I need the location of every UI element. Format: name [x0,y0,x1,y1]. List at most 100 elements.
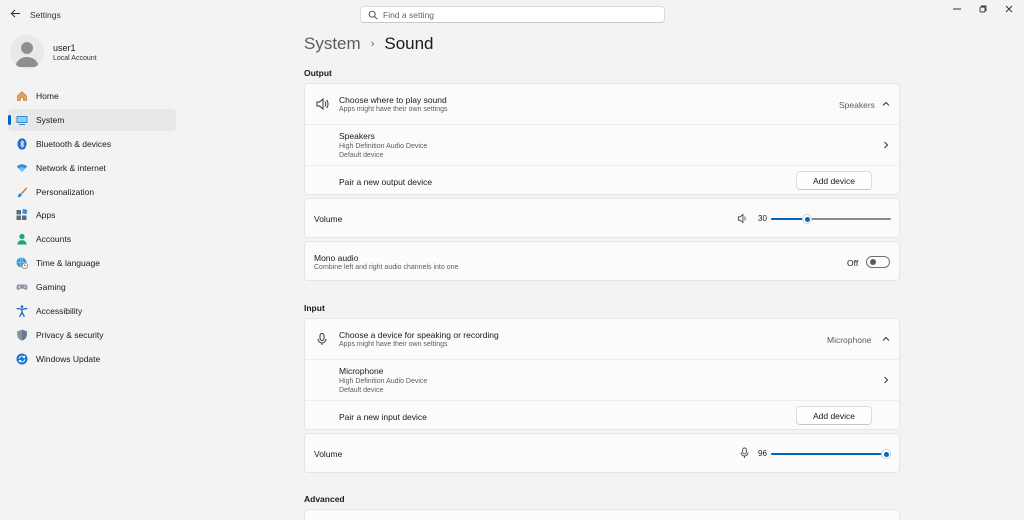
search-box[interactable] [360,6,665,23]
pair-output-row: Pair a new output device Add device [305,166,899,196]
sidebar-item-label: Apps [36,210,56,221]
avatar [10,35,44,69]
choose-output-title: Choose where to play sound [339,95,447,105]
sidebar-item-personalization[interactable]: Personalization [8,181,176,203]
pair-output-label: Pair a new output device [339,177,433,187]
output-section-label: Output [304,68,332,78]
account-type: Local Account [53,55,97,62]
choose-input-subtitle: Apps might have their own settings [339,341,448,348]
sidebar-item-label: Accounts [36,234,71,245]
microphone-volume-icon[interactable] [739,447,750,459]
home-icon [16,90,28,102]
sidebar-item-label: Privacy & security [36,329,104,340]
output-device-card: Choose where to play sound Apps might ha… [304,83,900,195]
breadcrumb-parent[interactable]: System [304,34,361,54]
search-icon [368,10,378,20]
sidebar-item-system[interactable]: System [8,108,176,131]
apps-icon [16,209,28,221]
input-device-name: Microphone [339,366,384,376]
advanced-card [304,509,900,520]
input-volume-slider[interactable] [771,449,892,459]
sidebar-item-bluetooth[interactable]: Bluetooth & devices [8,133,176,155]
person-avatar-icon [15,42,39,67]
output-volume-slider[interactable] [771,214,891,224]
chevron-up-icon[interactable] [881,334,891,344]
person-icon [16,233,28,245]
app-title: Settings [30,10,61,20]
search-input[interactable] [383,8,653,21]
mono-audio-title: Mono audio [314,253,359,263]
back-arrow-icon[interactable] [6,6,24,24]
sidebar-item-label: Windows Update [36,353,101,364]
system-display-icon [16,114,28,126]
selected-input-device: Microphone [827,335,872,345]
mono-audio-subtitle: Combine left and right audio channels in… [314,264,459,271]
sidebar-item-privacy-security[interactable]: Privacy & security [8,324,176,346]
output-device-speakers[interactable]: Speakers High Definition Audio Device De… [305,125,899,166]
close-button[interactable] [993,0,1024,18]
add-input-device-button[interactable]: Add device [796,406,872,425]
sidebar-item-label: Personalization [36,186,95,197]
sidebar-item-time-language[interactable]: Time & language [8,252,176,274]
input-device-microphone[interactable]: Microphone High Definition Audio Device … [305,360,899,401]
sidebar-item-label: Network & internet [36,162,106,173]
input-volume-card: Volume 96 [304,433,900,473]
sidebar-item-label: System [36,114,65,125]
output-volume-label: Volume [314,214,343,224]
output-volume-card: Volume 30 [304,198,900,238]
sidebar-item-label: Bluetooth & devices [36,138,112,149]
wifi-icon [16,162,28,174]
sidebar-item-accounts[interactable]: Accounts [8,228,176,250]
sidebar-item-accessibility[interactable]: Accessibility [8,300,176,322]
input-volume-thumb[interactable] [881,449,892,459]
output-device-name: Speakers [339,131,375,141]
selected-output-device: Speakers [839,100,875,110]
input-device-detail: High Definition Audio Device [339,378,428,385]
sidebar-item-windows-update[interactable]: Windows Update [8,348,176,370]
speaker-icon [314,96,330,112]
chevron-right-icon [884,376,889,384]
advanced-section-label: Advanced [304,494,345,504]
output-volume-thumb[interactable] [802,214,812,224]
mono-audio-card: Mono audio Combine left and right audio … [304,241,900,281]
breadcrumb-separator: › [370,38,375,50]
choose-input-title: Choose a device for speaking or recordin… [339,330,499,340]
sidebar-item-apps[interactable]: Apps [8,204,176,226]
output-volume-value: 30 [758,214,767,223]
sidebar-item-gaming[interactable]: Gaming [8,276,176,298]
user-name: user1 [53,43,76,53]
choose-output-subtitle: Apps might have their own settings [339,106,448,113]
title-bar: Settings [0,0,1024,30]
input-device-card: Choose a device for speaking or recordin… [304,318,900,430]
globe-clock-icon [16,257,28,270]
pair-input-label: Pair a new input device [339,412,427,422]
chevron-up-icon[interactable] [881,99,891,109]
output-device-status: Default device [339,152,384,159]
sidebar-item-network[interactable]: Network & internet [8,157,176,179]
minimize-icon [953,8,961,10]
page-title: Sound [384,34,434,53]
accessibility-icon [16,305,28,318]
choose-input-row[interactable]: Choose a device for speaking or recordin… [305,319,899,360]
add-output-device-button[interactable]: Add device [796,171,872,190]
input-volume-value: 96 [758,449,767,458]
speaker-volume-icon[interactable] [737,213,748,224]
pair-input-row: Pair a new input device Add device [305,401,899,431]
paintbrush-icon [16,186,28,198]
sidebar-nav: Home System Bluetooth & devices Network … [8,85,176,372]
input-section-label: Input [304,303,325,313]
choose-output-row[interactable]: Choose where to play sound Apps might ha… [305,84,899,125]
output-device-detail: High Definition Audio Device [339,143,428,150]
sidebar-item-label: Time & language [36,258,100,269]
microphone-icon [314,331,330,347]
sidebar-item-label: Gaming [36,282,66,293]
bluetooth-icon [16,138,28,150]
user-profile[interactable]: user1 Local Account [10,35,180,75]
sidebar-item-home[interactable]: Home [8,85,176,107]
sidebar-item-label: Home [36,91,59,101]
update-icon [16,353,28,365]
gamepad-icon [16,281,28,293]
mono-audio-state: Off [847,258,859,268]
mono-audio-toggle[interactable] [866,256,890,268]
close-icon [1005,5,1013,13]
